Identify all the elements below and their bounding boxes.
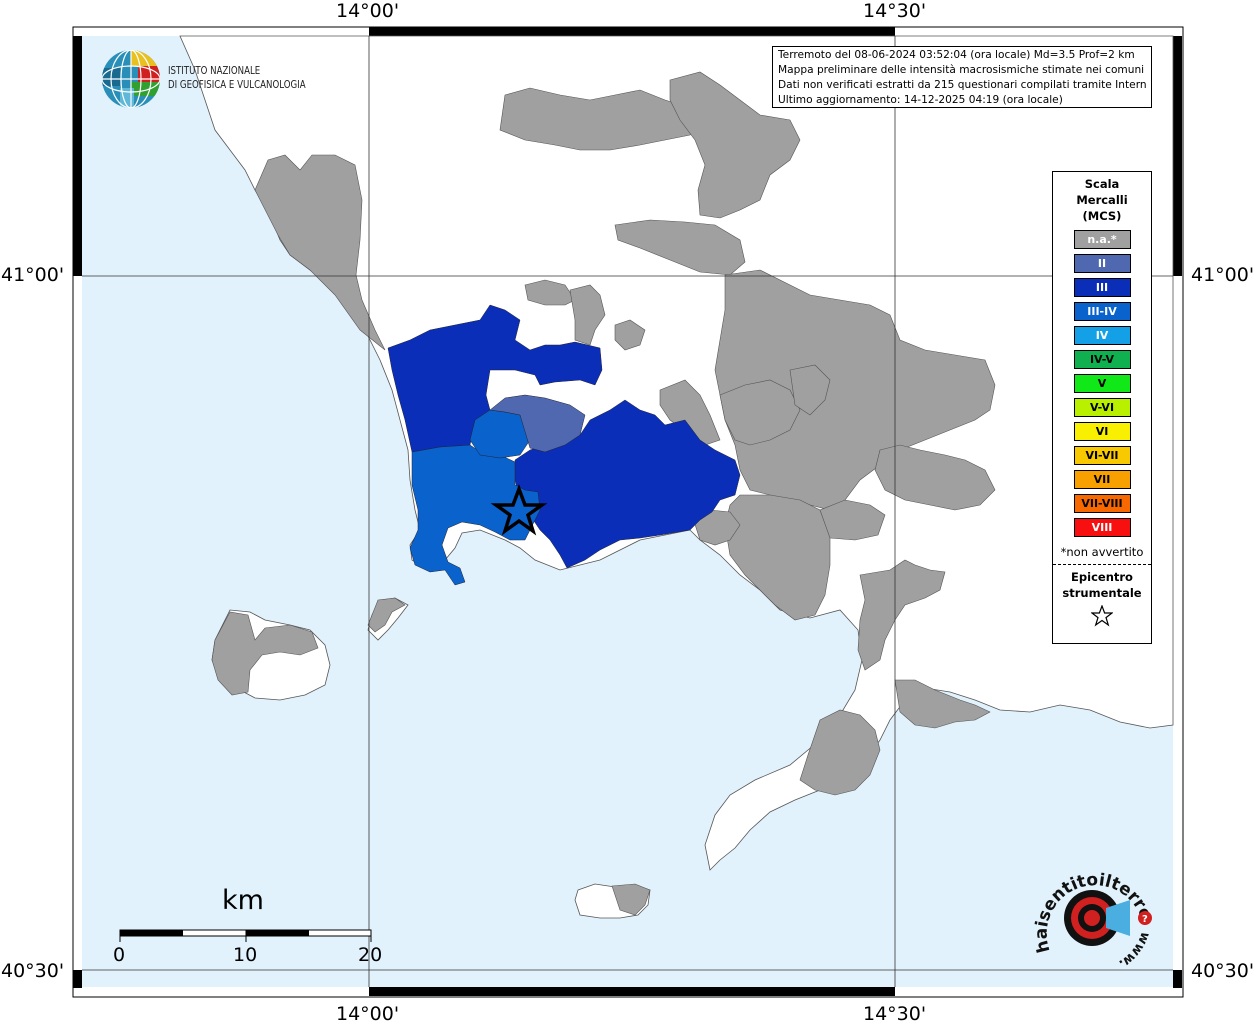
scale-bar-unit: km [222,885,264,916]
event-info-line-2: Mappa preliminare delle intensità macros… [778,64,1145,76]
event-info-line-3: Dati non verificati estratti da 215 ques… [778,79,1146,91]
institute-line-2: DI GEOFISICA E VULCANOLOGIA [168,79,306,91]
legend-item: III [1073,278,1131,297]
legend-item: n.a.* [1073,230,1131,249]
svg-text:?: ? [1142,914,1148,925]
legend-star-icon [1053,604,1151,631]
institute-line-1: ISTITUTO NAZIONALE [168,65,261,77]
legend-epicenter-label: Epicentro strumentale [1053,569,1151,601]
legend-divider [1053,564,1151,565]
legend-item: VII [1073,470,1131,489]
legend-title-line-3: (MCS) [1082,209,1122,223]
event-info-box: Terremoto del 08-06-2024 03:52:04 (ora l… [772,46,1152,108]
legend-note: *non avvertito [1060,545,1144,559]
intensity-legend: Scala Mercalli (MCS) n.a.* II III III-IV IV I… [1052,171,1152,644]
haisentito-logo: haisentitoilterremoto.it www. ? [1030,856,1156,972]
lat-label-right-41-00: 41°00' [1191,264,1255,286]
legend-item: III-IV [1073,302,1131,321]
svg-text:www.: www. [1116,930,1153,972]
scale-bar-tick-0: 0 [113,944,126,966]
legend-item: IV [1073,326,1131,345]
event-info-line-4: Ultimo aggiornamento: 14-12-2025 04:19 (… [778,94,1063,106]
legend-epicenter-line-1: Epicentro [1071,570,1133,584]
lon-label-top-14-00: 14°00' [336,0,400,22]
lat-label-left-41-00: 41°00' [1,264,65,286]
legend-item: VI [1073,422,1131,441]
scale-bar-tick-10: 10 [233,944,258,966]
haisentito-www: www. [1116,930,1153,972]
lon-label-bottom-14-00: 14°00' [336,1003,400,1025]
lon-label-bottom-14-30: 14°30' [863,1003,927,1025]
legend-item: VII-VIII [1073,494,1131,513]
legend-title: Scala Mercalli (MCS) [1053,176,1151,224]
legend-item: V [1073,374,1131,393]
ingv-globe-icon [102,50,160,108]
institute-name: ISTITUTO NAZIONALE DI GEOFISICA E VULCAN… [168,64,306,92]
legend-items: n.a.* II III III-IV IV IV-V V V-VI VI VI-VII VII VI… [1053,230,1151,537]
legend-epicenter-line-2: strumentale [1062,586,1142,600]
lon-label-top-14-30: 14°30' [863,0,927,22]
scale-bar-tick-20: 20 [358,944,383,966]
legend-item: V-VI [1073,398,1131,417]
lat-label-right-40-30: 40°30' [1191,960,1255,982]
legend-item: VIII [1073,518,1131,537]
legend-item: IV-V [1073,350,1131,369]
legend-title-line-2: Mercalli [1076,193,1128,207]
legend-item: VI-VII [1073,446,1131,465]
legend-title-line-1: Scala [1084,177,1120,191]
lat-label-left-40-30: 40°30' [1,960,65,982]
legend-item: II [1073,254,1131,273]
event-info-line-1: Terremoto del 08-06-2024 03:52:04 (ora l… [778,49,1135,61]
